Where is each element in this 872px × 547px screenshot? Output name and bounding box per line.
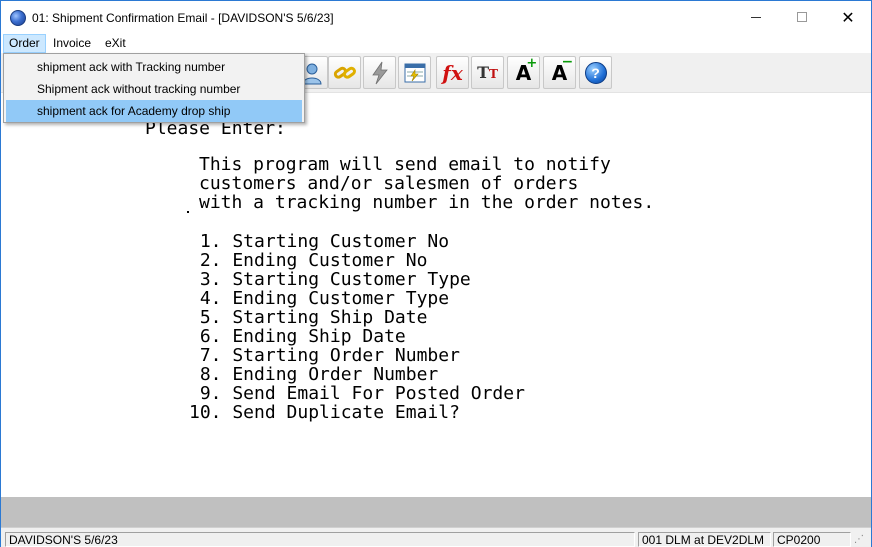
option-item: 2. Ending Customer No xyxy=(189,250,428,271)
tt-small: T xyxy=(488,67,498,81)
menu-exit[interactable]: eXit xyxy=(100,34,131,53)
order-dropdown-menu: shipment ack with Tracking number Shipme… xyxy=(3,53,305,123)
function-key-area xyxy=(1,497,871,527)
application-window: 01: Shipment Confirmation Email - [DAVID… xyxy=(0,0,872,547)
fx-icon: fx xyxy=(442,60,463,85)
window-title: 01: Shipment Confirmation Email - [DAVID… xyxy=(32,11,334,25)
minus-icon: − xyxy=(561,53,574,70)
menu-invoice[interactable]: Invoice xyxy=(48,34,96,53)
font-increase-icon: A + xyxy=(516,56,537,85)
help-button[interactable]: ? xyxy=(579,56,612,89)
description-line: customers and/or salesmen of orders xyxy=(199,173,579,194)
maximize-button[interactable] xyxy=(779,1,825,33)
status-company: DAVIDSON'S 5/6/23 xyxy=(5,532,635,547)
resize-grip-icon[interactable]: ⋰ xyxy=(854,534,868,547)
title-bar[interactable]: 01: Shipment Confirmation Email - [DAVID… xyxy=(1,1,871,33)
terminal-screen[interactable]: Please Enter: This program will send ema… xyxy=(1,93,871,497)
app-globe-icon xyxy=(10,10,26,26)
menu-bar: Order Invoice eXit xyxy=(1,33,871,53)
font-decrease-button[interactable]: A − xyxy=(543,54,576,89)
tt-big: T xyxy=(477,63,489,82)
minimize-icon xyxy=(751,16,761,18)
description-line: with a tracking number in the order note… xyxy=(199,192,655,213)
menu-item-ack-with-tracking[interactable]: shipment ack with Tracking number xyxy=(6,56,302,78)
menu-item-ack-without-tracking[interactable]: Shipment ack without tracking number xyxy=(6,78,302,100)
font-increase-button[interactable]: A + xyxy=(507,56,540,89)
option-item: 10. Send Duplicate Email? xyxy=(189,402,460,423)
maximize-icon xyxy=(797,12,807,22)
options-list: 1. Starting Customer No 2. Ending Custom… xyxy=(189,232,525,422)
font-decrease-icon: A − xyxy=(552,54,573,85)
plus-icon: + xyxy=(526,55,538,71)
lightning-icon xyxy=(371,61,388,84)
status-user: 001 DLM at DEV2DLM xyxy=(638,532,771,547)
text-size-button[interactable]: TT xyxy=(471,56,504,89)
option-item: 8. Ending Order Number xyxy=(189,364,439,385)
grid-button[interactable] xyxy=(398,56,431,89)
option-item: 6. Ending Ship Date xyxy=(189,326,406,347)
description-line: This program will send email to notify xyxy=(199,154,611,175)
grid-icon xyxy=(404,63,425,82)
close-button[interactable]: ✕ xyxy=(825,1,871,33)
description-text: This program will send email to notify cu… xyxy=(199,155,654,212)
status-bar: DAVIDSON'S 5/6/23 001 DLM at DEV2DLM CP0… xyxy=(1,527,871,547)
option-item: 9. Send Email For Posted Order xyxy=(189,383,525,404)
link-button[interactable] xyxy=(328,56,361,89)
close-icon: ✕ xyxy=(841,7,855,27)
option-item: 1. Starting Customer No xyxy=(189,231,450,252)
option-item: 5. Starting Ship Date xyxy=(189,307,428,328)
option-item: 7. Starting Order Number xyxy=(189,345,460,366)
lightning-button[interactable] xyxy=(363,56,396,89)
fx-button[interactable]: fx xyxy=(436,56,469,89)
option-item: 4. Ending Customer Type xyxy=(189,288,450,309)
minimize-button[interactable] xyxy=(733,1,779,33)
link-icon xyxy=(333,66,356,79)
menu-order[interactable]: Order xyxy=(3,34,46,53)
menu-item-ack-academy-drop-ship[interactable]: shipment ack for Academy drop ship xyxy=(6,100,302,122)
status-program: CP0200 xyxy=(773,532,851,547)
option-item: 3. Starting Customer Type xyxy=(189,269,471,290)
help-icon: ? xyxy=(584,61,607,84)
text-size-icon: TT xyxy=(477,63,498,82)
stray-dot xyxy=(187,211,189,213)
